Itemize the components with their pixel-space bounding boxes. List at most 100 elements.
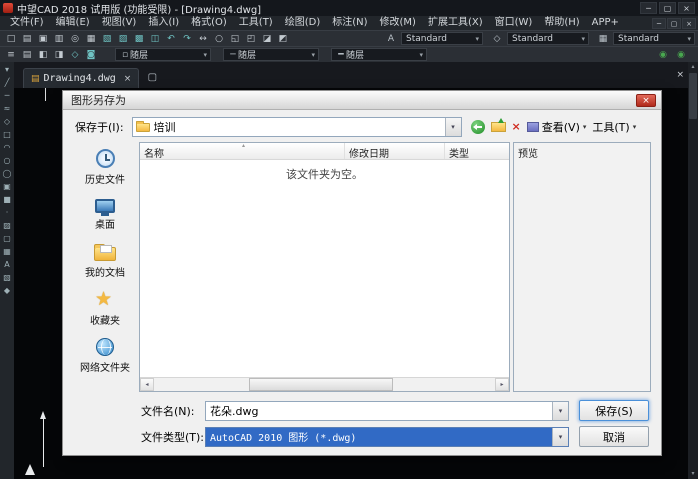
- menu-item[interactable]: 工具(T): [233, 16, 279, 30]
- zoom-realtime-button[interactable]: ○: [211, 32, 227, 46]
- place-network[interactable]: 网络文件夹: [73, 332, 137, 379]
- polygon-tool[interactable]: ◇: [0, 115, 14, 128]
- draworder-back-button[interactable]: ◉: [673, 48, 689, 62]
- menu-item[interactable]: 编辑(E): [50, 16, 96, 30]
- save-button[interactable]: 保存(S): [579, 400, 649, 421]
- filetype-select[interactable]: AutoCAD 2010 图形 (*.dwg) ▾: [205, 427, 569, 447]
- tools-menu-button[interactable]: 工具(T) ▾: [592, 119, 636, 135]
- save-file-button[interactable]: ▣: [35, 32, 51, 46]
- xline-tool[interactable]: ─: [0, 89, 14, 102]
- open-file-button[interactable]: ▤: [19, 32, 35, 46]
- new-file-button[interactable]: □: [3, 32, 19, 46]
- up-one-level-button[interactable]: [491, 122, 506, 132]
- menu-item[interactable]: 文件(F): [4, 16, 50, 30]
- rectangle-tool[interactable]: □: [0, 128, 14, 141]
- tab-drawing4[interactable]: ▤ Drawing4.dwg ×: [23, 68, 139, 88]
- layer-properties-button[interactable]: ≡: [3, 48, 19, 62]
- minimize-button[interactable]: ─: [640, 2, 657, 14]
- delete-button[interactable]: ×: [512, 120, 521, 134]
- chevron-down-icon[interactable]: ▾: [581, 35, 585, 43]
- hscroll-thumb[interactable]: [249, 378, 392, 391]
- menu-item[interactable]: 视图(V): [96, 16, 143, 30]
- menu-item[interactable]: 标注(N): [326, 16, 373, 30]
- tabbar-close-icon[interactable]: ×: [676, 70, 684, 80]
- dim-style-combo[interactable]: Standard ▾: [507, 32, 589, 45]
- insert-block-tool[interactable]: ▣: [0, 180, 14, 193]
- scroll-right-icon[interactable]: ▸: [495, 378, 509, 391]
- place-favorites[interactable]: 收藏夹: [73, 285, 137, 332]
- text-tool[interactable]: A: [0, 258, 14, 271]
- table-tool[interactable]: ▦: [0, 245, 14, 258]
- file-list-body[interactable]: 该文件夹为空。: [140, 160, 509, 377]
- undo-button[interactable]: ↶: [163, 32, 179, 46]
- file-list-hscrollbar[interactable]: ◂ ▸: [140, 377, 509, 391]
- polyline-tool[interactable]: ≈: [0, 102, 14, 115]
- plot-button[interactable]: ▥: [51, 32, 67, 46]
- layer-freeze-button[interactable]: ◇: [67, 48, 83, 62]
- new-drawing-button[interactable]: ▢: [143, 70, 161, 86]
- color-control-combo[interactable]: ▫ 随层 ▾: [115, 48, 211, 61]
- filetype-dropdown-icon[interactable]: ▾: [552, 428, 568, 446]
- scroll-down-icon[interactable]: ▾: [688, 469, 698, 479]
- menu-item[interactable]: 绘图(D): [279, 16, 327, 30]
- place-documents[interactable]: 我的文档: [73, 238, 137, 285]
- redo-button[interactable]: ↷: [179, 32, 195, 46]
- hatch-tool[interactable]: ▨: [0, 219, 14, 232]
- menu-item[interactable]: 修改(M): [374, 16, 422, 30]
- chevron-down-icon[interactable]: ▾: [687, 35, 691, 43]
- region-tool[interactable]: ▢: [0, 232, 14, 245]
- table-style-combo[interactable]: Standard ▾: [613, 32, 695, 45]
- menu-item[interactable]: APP+: [586, 16, 625, 30]
- zoom-window-button[interactable]: ◱: [227, 32, 243, 46]
- dialog-close-button[interactable]: ×: [636, 94, 656, 107]
- line-tool[interactable]: ╱: [0, 76, 14, 89]
- scroll-up-icon[interactable]: ▴: [688, 62, 698, 72]
- gradient-tool[interactable]: ▧: [0, 271, 14, 284]
- print-preview-button[interactable]: ◎: [67, 32, 83, 46]
- linetype-control-combo[interactable]: ─ 随层 ▾: [223, 48, 319, 61]
- layer-unisolate-button[interactable]: ◨: [51, 48, 67, 62]
- arc-tool[interactable]: ◠: [0, 141, 14, 154]
- back-button[interactable]: [471, 120, 485, 134]
- doc-close-button[interactable]: ×: [682, 18, 696, 29]
- column-name[interactable]: 名称 ▴: [140, 143, 345, 159]
- draworder-front-button[interactable]: ◉: [655, 48, 671, 62]
- text-style-combo[interactable]: Standard ▾: [401, 32, 483, 45]
- chevron-down-icon[interactable]: ▾: [203, 51, 207, 59]
- revision-cloud-tool[interactable]: ◆: [0, 284, 14, 297]
- zoom-previous-button[interactable]: ◰: [243, 32, 259, 46]
- point-tool[interactable]: ·: [0, 206, 14, 219]
- copy-button[interactable]: ▨: [115, 32, 131, 46]
- file-list[interactable]: 名称 ▴ 修改日期 类型 该文件夹为空。 ◂ ▸: [139, 142, 510, 392]
- make-block-tool[interactable]: ■: [0, 193, 14, 206]
- toolbar-handle[interactable]: ▾: [0, 63, 14, 76]
- column-type[interactable]: 类型: [445, 143, 509, 159]
- scroll-left-icon[interactable]: ◂: [140, 378, 154, 391]
- close-button[interactable]: ×: [678, 2, 695, 14]
- filename-input[interactable]: 花朵.dwg ▾: [205, 401, 569, 421]
- paste-button[interactable]: ▩: [131, 32, 147, 46]
- save-in-dropdown-icon[interactable]: ▾: [445, 118, 461, 136]
- menu-item[interactable]: 窗口(W): [489, 16, 539, 30]
- dialog-title-bar[interactable]: 图形另存为 ×: [63, 91, 661, 110]
- filename-dropdown-icon[interactable]: ▾: [552, 402, 568, 420]
- chevron-down-icon[interactable]: ▾: [311, 51, 315, 59]
- menu-item[interactable]: 格式(O): [185, 16, 233, 30]
- hscroll-track[interactable]: [154, 378, 495, 391]
- layer-isolate-button[interactable]: ◧: [35, 48, 51, 62]
- properties-button[interactable]: ◪: [259, 32, 275, 46]
- ellipse-tool[interactable]: ◯: [0, 167, 14, 180]
- match-properties-button[interactable]: ◫: [147, 32, 163, 46]
- cut-button[interactable]: ▧: [99, 32, 115, 46]
- menu-item[interactable]: 扩展工具(X): [422, 16, 489, 30]
- pan-button[interactable]: ↔: [195, 32, 211, 46]
- cancel-button[interactable]: 取消: [579, 426, 649, 447]
- doc-restore-button[interactable]: ▢: [667, 18, 681, 29]
- circle-tool[interactable]: ○: [0, 154, 14, 167]
- tab-close-icon[interactable]: ×: [124, 74, 132, 84]
- layer-states-button[interactable]: ▤: [19, 48, 35, 62]
- chevron-down-icon[interactable]: ▾: [419, 51, 423, 59]
- vscroll-thumb[interactable]: [689, 73, 697, 119]
- view-menu-button[interactable]: 查看(V) ▾: [527, 119, 587, 135]
- publish-button[interactable]: ▦: [83, 32, 99, 46]
